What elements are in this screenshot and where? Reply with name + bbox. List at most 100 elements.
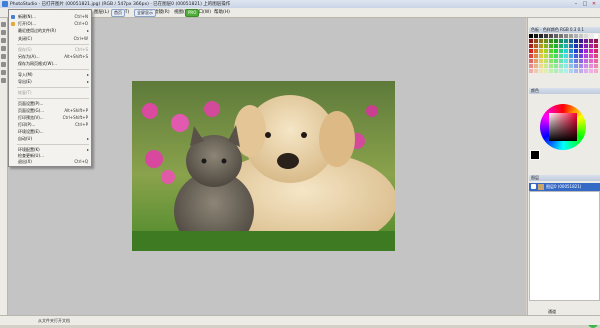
- color-swatch[interactable]: [574, 59, 578, 63]
- color-swatch[interactable]: [529, 34, 533, 38]
- color-swatch[interactable]: [589, 59, 593, 63]
- menu-item-preferences[interactable]: 环境设置(E)...: [9, 129, 91, 135]
- color-swatch[interactable]: [529, 69, 533, 73]
- color-swatch[interactable]: [534, 49, 538, 53]
- menu-item-exit[interactable]: 退出(X) Ctrl+Q: [9, 159, 91, 165]
- color-swatch[interactable]: [559, 59, 563, 63]
- menu-item-close[interactable]: 关闭(C) Ctrl+W: [9, 36, 91, 42]
- home-tab[interactable]: 首页: [111, 9, 125, 17]
- color-swatch[interactable]: [569, 64, 573, 68]
- menu-help[interactable]: 帮助(H): [213, 9, 231, 16]
- eye-icon[interactable]: [531, 184, 536, 189]
- color-swatch[interactable]: [559, 49, 563, 53]
- color-swatch[interactable]: [594, 34, 598, 38]
- color-swatch[interactable]: [569, 49, 573, 53]
- color-swatch[interactable]: [539, 44, 543, 48]
- text-tool-icon[interactable]: [1, 70, 6, 75]
- document-image[interactable]: [132, 81, 395, 251]
- color-swatch[interactable]: [574, 64, 578, 68]
- menu-item-revert[interactable]: 恢复(T): [9, 90, 91, 96]
- color-swatch[interactable]: [534, 44, 538, 48]
- color-swatch[interactable]: [539, 54, 543, 58]
- color-swatch[interactable]: [544, 44, 548, 48]
- color-swatch[interactable]: [594, 54, 598, 58]
- color-swatch[interactable]: [579, 64, 583, 68]
- color-swatch[interactable]: [534, 39, 538, 43]
- close-button[interactable]: ✕: [590, 1, 598, 7]
- color-swatch[interactable]: [574, 44, 578, 48]
- color-swatch[interactable]: [539, 49, 543, 53]
- color-swatch[interactable]: [544, 34, 548, 38]
- color-swatch[interactable]: [589, 64, 593, 68]
- menu-item-print-preview[interactable]: 打印预览(V)... Ctrl+Shift+P: [9, 115, 91, 121]
- color-swatch[interactable]: [594, 69, 598, 73]
- color-swatch[interactable]: [559, 34, 563, 38]
- crop-tool-icon[interactable]: [1, 46, 6, 51]
- menu-item-open[interactable]: 打开(O)... Ctrl+O: [9, 21, 91, 27]
- color-swatch[interactable]: [579, 54, 583, 58]
- marquee-tool-icon[interactable]: [1, 30, 6, 35]
- color-swatch[interactable]: [534, 69, 538, 73]
- color-swatch[interactable]: [549, 59, 553, 63]
- color-swatch[interactable]: [549, 39, 553, 43]
- color-swatch[interactable]: [594, 49, 598, 53]
- color-swatch[interactable]: [574, 69, 578, 73]
- color-swatch[interactable]: [529, 49, 533, 53]
- color-swatch[interactable]: [534, 64, 538, 68]
- color-swatch[interactable]: [549, 49, 553, 53]
- color-swatch[interactable]: [579, 39, 583, 43]
- color-swatch[interactable]: [569, 59, 573, 63]
- color-swatch[interactable]: [544, 54, 548, 58]
- color-swatch[interactable]: [584, 69, 588, 73]
- color-swatch[interactable]: [539, 64, 543, 68]
- color-swatch[interactable]: [569, 69, 573, 73]
- minimize-button[interactable]: –: [572, 1, 580, 7]
- color-swatch[interactable]: [589, 44, 593, 48]
- color-swatch[interactable]: [539, 59, 543, 63]
- move-tool-icon[interactable]: [1, 22, 6, 27]
- color-swatch[interactable]: [534, 59, 538, 63]
- menu-item-recent[interactable]: 最近使用过的文件(R) ▸: [9, 28, 91, 34]
- menu-item-save-web[interactable]: 保存为网页格式(W)...: [9, 61, 91, 67]
- fullscreen-tab[interactable]: 全屏显示: [134, 9, 156, 17]
- menu-item-print[interactable]: 打印(P)... Ctrl+P: [9, 122, 91, 128]
- color-swatch[interactable]: [579, 49, 583, 53]
- color-swatch[interactable]: [564, 54, 568, 58]
- menu-item-save[interactable]: 保存(S) Ctrl+S: [9, 47, 91, 53]
- color-swatch[interactable]: [554, 69, 558, 73]
- color-picker-square[interactable]: [549, 113, 577, 141]
- color-swatch[interactable]: [569, 39, 573, 43]
- color-swatch[interactable]: [574, 39, 578, 43]
- menu-item-new[interactable]: 新建(N)... Ctrl+N: [9, 14, 91, 20]
- maximize-button[interactable]: □: [581, 1, 589, 7]
- color-swatch[interactable]: [564, 44, 568, 48]
- color-swatch[interactable]: [564, 39, 568, 43]
- zoom-tool-icon[interactable]: [1, 78, 6, 83]
- color-swatch[interactable]: [589, 54, 593, 58]
- color-swatch[interactable]: [559, 54, 563, 58]
- pro-badge[interactable]: PRO: [185, 9, 200, 17]
- color-swatch[interactable]: [539, 34, 543, 38]
- color-swatch[interactable]: [589, 39, 593, 43]
- menu-item-page-setup[interactable]: 页面设置(P)...: [9, 101, 91, 107]
- color-swatch[interactable]: [584, 59, 588, 63]
- color-swatch[interactable]: [534, 34, 538, 38]
- color-swatch[interactable]: [584, 54, 588, 58]
- color-swatch[interactable]: [554, 44, 558, 48]
- color-swatch[interactable]: [564, 49, 568, 53]
- menu-layer[interactable]: 图层(L): [93, 9, 110, 16]
- menu-item-automate[interactable]: 自动(U) ▸: [9, 136, 91, 142]
- color-swatch[interactable]: [569, 54, 573, 58]
- color-swatch[interactable]: [534, 54, 538, 58]
- color-swatch[interactable]: [529, 44, 533, 48]
- color-swatch[interactable]: [549, 69, 553, 73]
- color-swatch[interactable]: [549, 54, 553, 58]
- color-swatch[interactable]: [589, 49, 593, 53]
- menu-item-save-as[interactable]: 另存为(A)... Alt+Shift+S: [9, 54, 91, 60]
- color-swatch[interactable]: [539, 69, 543, 73]
- color-swatch[interactable]: [554, 59, 558, 63]
- brush-tool-icon[interactable]: [1, 54, 6, 59]
- color-swatch[interactable]: [544, 39, 548, 43]
- eraser-tool-icon[interactable]: [1, 62, 6, 67]
- color-swatch[interactable]: [589, 69, 593, 73]
